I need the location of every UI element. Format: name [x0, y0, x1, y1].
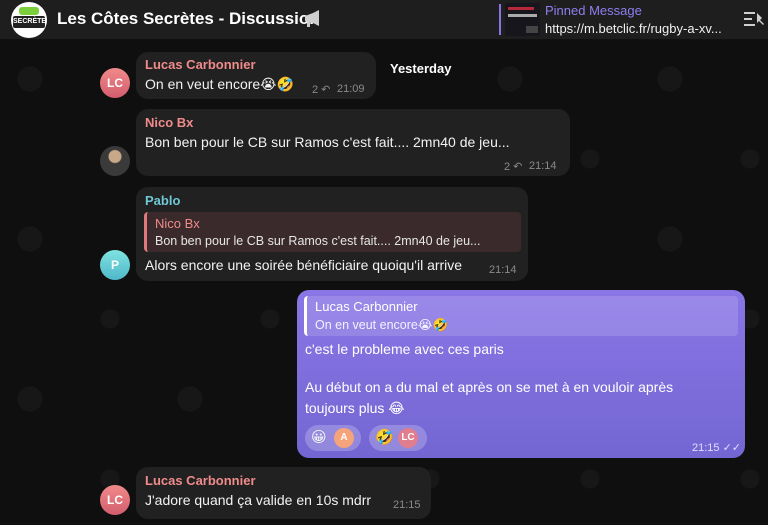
reply-count: 2 ↶	[504, 161, 523, 173]
read-checkmarks-icon: ✓✓	[722, 442, 742, 454]
pinned-message-text[interactable]: https://m.betclic.fr/rugby-a-xv...	[545, 21, 735, 36]
chat-header[interactable]: SECRÈTES Les Côtes Secrètes - Discussion…	[0, 0, 768, 40]
sender-name[interactable]: Nico Bx	[145, 115, 193, 130]
avatar[interactable]	[100, 146, 130, 176]
message-text-line: toujours plus 😂	[305, 400, 405, 416]
message-bubble[interactable]: Nico Bx Bon ben pour le CB sur Ramos c'e…	[136, 109, 570, 176]
reaction-emoji: 😀	[311, 429, 327, 446]
reply-quote[interactable]: Lucas Carbonnier On en veut encore😭🤣	[304, 296, 738, 336]
reaction-avatar: A	[334, 428, 354, 448]
message-bubble[interactable]: Pablo Nico Bx Bon ben pour le CB sur Ram…	[136, 187, 528, 281]
message-time: 21:14	[529, 160, 557, 172]
logo-icon: SECRÈTES	[13, 16, 47, 28]
logo-leaf-icon	[19, 7, 39, 15]
quote-sender: Lucas Carbonnier	[315, 299, 418, 314]
message-text-line: Au début on a du mal et après on se met …	[305, 379, 674, 395]
message-text-line: c'est le probleme avec ces paris	[305, 341, 504, 357]
sender-name[interactable]: Pablo	[145, 193, 180, 208]
sender-name[interactable]: Lucas Carbonnier	[145, 473, 256, 488]
message-time: 21:14	[489, 264, 517, 276]
message-text: Bon ben pour le CB sur Ramos c'est fait.…	[145, 134, 510, 150]
message-time: 21:15	[393, 499, 421, 511]
avatar[interactable]: LC	[100, 485, 130, 515]
message-text: J'adore quand ça valide en 10s mdrr	[145, 492, 372, 508]
message-time: 21:09	[337, 83, 365, 95]
message-text: Alors encore une soirée bénéficiaire quo…	[145, 257, 463, 273]
message-bubble[interactable]: Lucas Carbonnier On en veut encore😭🤣 2 ↶…	[136, 52, 376, 99]
outgoing-message-bubble[interactable]: Lucas Carbonnier On en veut encore😭🤣 c'e…	[297, 290, 745, 458]
pinned-indicator	[499, 4, 501, 35]
reply-count: 2 ↶	[312, 84, 331, 96]
message-text: On en veut encore😭🤣	[145, 76, 294, 92]
reaction-avatar: LC	[398, 428, 418, 448]
reaction-chip[interactable]: 😀 A	[305, 425, 361, 451]
message-time: 21:15 ✓✓	[692, 442, 742, 454]
pinned-thumbnail[interactable]	[505, 3, 540, 36]
chat-title[interactable]: Les Côtes Secrètes - Discussion	[57, 9, 320, 29]
pinned-message-title[interactable]: Pinned Message	[545, 3, 642, 18]
sender-name[interactable]: Lucas Carbonnier	[145, 57, 256, 72]
message-bubble[interactable]: Lucas Carbonnier J'adore quand ça valide…	[136, 467, 431, 519]
quote-text: On en veut encore😭🤣	[315, 318, 449, 332]
group-avatar[interactable]: SECRÈTES	[11, 2, 47, 38]
reaction-chip[interactable]: 🤣 LC	[369, 425, 427, 451]
pin-list-icon[interactable]	[744, 10, 764, 28]
avatar[interactable]: P	[100, 250, 130, 280]
date-separator: Yesterday	[390, 61, 452, 76]
quote-sender: Nico Bx	[155, 216, 200, 231]
avatar[interactable]: LC	[100, 68, 130, 98]
reaction-emoji: 🤣	[375, 429, 394, 446]
reply-quote[interactable]: Nico Bx Bon ben pour le CB sur Ramos c'e…	[144, 212, 521, 252]
quote-text: Bon ben pour le CB sur Ramos c'est fait.…	[155, 234, 481, 248]
megaphone-icon	[305, 10, 319, 27]
